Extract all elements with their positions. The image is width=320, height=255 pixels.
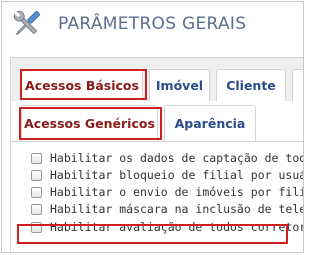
checkbox[interactable] — [31, 169, 42, 181]
tab-imovel[interactable]: Imóvel — [149, 69, 210, 101]
option-avaliacao-corretores[interactable]: Habilitar avaliação de todos corretores. — [31, 219, 304, 235]
tab-more[interactable] — [292, 69, 303, 101]
option-label: Habilitar máscara na inclusão de telefon… — [50, 202, 304, 216]
tab-acessos-basicos[interactable]: Acessos Básicos — [21, 69, 143, 101]
checkbox[interactable] — [31, 203, 42, 215]
tab-aparencia[interactable]: Aparência — [164, 105, 256, 141]
tab-cliente[interactable]: Cliente — [216, 69, 286, 101]
option-label: Habilitar avaliação de todos corretores. — [50, 220, 304, 234]
primary-tab-bar: Acessos Básicos Imóvel Cliente — [11, 58, 303, 102]
option-dados-captacao[interactable]: Habilitar os dados de captação de todos … — [31, 150, 303, 166]
checkbox[interactable] — [31, 152, 42, 164]
secondary-tab-divider — [11, 141, 303, 142]
parameters-window: PARÂMETROS GERAIS Acessos Básicos Imóvel… — [1, 1, 304, 253]
page-title: PARÂMETROS GERAIS — [58, 14, 247, 34]
tools-icon — [13, 10, 40, 36]
option-envio-imoveis[interactable]: Habilitar o envio de imóveis por filial. — [31, 184, 304, 200]
option-label: Habilitar o envio de imóveis por filial. — [50, 185, 304, 199]
settings-panel: Acessos Básicos Imóvel Cliente Acessos G… — [10, 57, 304, 252]
option-label: Habilitar os dados de captação de todos … — [50, 151, 303, 165]
tab-content: Acessos Genéricos Aparência Habilitar os… — [11, 101, 304, 252]
checkbox[interactable] — [31, 186, 42, 198]
option-mascara-telefone[interactable]: Habilitar máscara na inclusão de telefon… — [31, 201, 304, 217]
option-bloqueio-filial[interactable]: Habilitar bloqueio de filial por usuário… — [31, 167, 304, 183]
page-header: PARÂMETROS GERAIS — [2, 2, 303, 46]
checkbox[interactable] — [31, 221, 42, 233]
option-label: Habilitar bloqueio de filial por usuário… — [50, 168, 304, 182]
tab-acessos-genericos[interactable]: Acessos Genéricos — [21, 105, 158, 141]
